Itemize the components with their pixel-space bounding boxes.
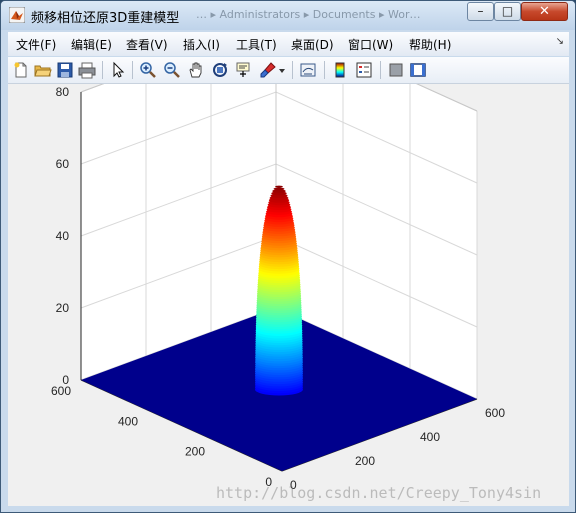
- x-tick-label: 200: [355, 454, 375, 468]
- colorbar-icon[interactable]: [331, 61, 349, 79]
- z-tick-label: 60: [56, 157, 70, 171]
- brush-dropdown-icon[interactable]: [277, 61, 287, 79]
- save-icon[interactable]: [56, 61, 74, 79]
- open-file-icon[interactable]: [34, 61, 52, 79]
- title-bar[interactable]: 频移相位还原3D重建模型 … ▸ Administrators ▸ Docume…: [1, 1, 575, 30]
- menu-overflow-icon[interactable]: ↘: [556, 36, 564, 47]
- background-window-title: … ▸ Administrators ▸ Documents ▸ Wor…: [196, 8, 421, 21]
- new-figure-icon[interactable]: [12, 61, 30, 79]
- menu-file[interactable]: 文件(F): [16, 36, 56, 53]
- surface-peak-slice: [273, 187, 285, 191]
- link-plot-icon[interactable]: [299, 61, 317, 79]
- maximize-icon: □: [501, 4, 514, 18]
- menu-view[interactable]: 查看(V): [126, 36, 168, 53]
- figure-canvas[interactable]: 0 200 400 600 0 200 400 600 0 20 40 60 80: [8, 84, 569, 506]
- menu-insert[interactable]: 插入(I): [183, 36, 220, 53]
- hide-plot-tools-icon[interactable]: [387, 61, 405, 79]
- toolbar-separator: [324, 61, 325, 79]
- z-tick-label: 40: [56, 229, 70, 243]
- toolbar-separator: [292, 61, 293, 79]
- maximize-button[interactable]: □: [494, 2, 521, 21]
- y-tick-label: 400: [118, 414, 138, 428]
- minimize-icon: –: [477, 4, 484, 18]
- toolbar-separator: [102, 61, 103, 79]
- watermark-text: http://blog.csdn.net/Creepy_Tony4sin: [216, 484, 542, 502]
- close-button[interactable]: ✕: [521, 2, 568, 21]
- zoom-in-icon[interactable]: [139, 61, 157, 79]
- brush-icon[interactable]: [259, 61, 277, 79]
- window-title: 频移相位还原3D重建模型: [31, 11, 180, 26]
- print-icon[interactable]: [78, 61, 96, 79]
- show-plot-tools-icon[interactable]: [409, 61, 427, 79]
- toolbar-separator: [380, 61, 381, 79]
- y-tick-label: 200: [185, 445, 205, 459]
- zoom-out-icon[interactable]: [163, 61, 181, 79]
- x-tick-label: 400: [420, 430, 440, 444]
- menu-edit[interactable]: 编辑(E): [71, 36, 112, 53]
- z-tick-label: 80: [56, 85, 70, 99]
- z-tick-label: 20: [56, 301, 70, 315]
- surface-peak-slice: [275, 185, 283, 188]
- pointer-icon[interactable]: [109, 61, 127, 79]
- menu-window[interactable]: 窗口(W): [348, 36, 393, 53]
- legend-icon[interactable]: [355, 61, 373, 79]
- figure-window: 频移相位还原3D重建模型 … ▸ Administrators ▸ Docume…: [0, 0, 576, 513]
- figure-toolbar: [8, 57, 569, 84]
- data-cursor-icon[interactable]: [235, 61, 253, 79]
- menu-tools[interactable]: 工具(T): [236, 36, 277, 53]
- menu-desktop[interactable]: 桌面(D): [291, 36, 334, 53]
- matlab-app-icon: [9, 7, 25, 23]
- rotate-3d-icon[interactable]: [211, 61, 229, 79]
- minimize-button[interactable]: –: [467, 2, 494, 21]
- close-icon: ✕: [539, 4, 550, 19]
- surface-plot[interactable]: 02004006000200400600020406080: [8, 84, 569, 506]
- menu-help[interactable]: 帮助(H): [409, 36, 451, 53]
- pan-hand-icon[interactable]: [187, 61, 205, 79]
- menu-bar: 文件(F) 编辑(E) 查看(V) 插入(I) 工具(T) 桌面(D) 窗口(W…: [8, 32, 569, 56]
- z-tick-label: 0: [62, 373, 69, 387]
- toolbar-separator: [132, 61, 133, 79]
- x-tick-label: 600: [485, 406, 505, 420]
